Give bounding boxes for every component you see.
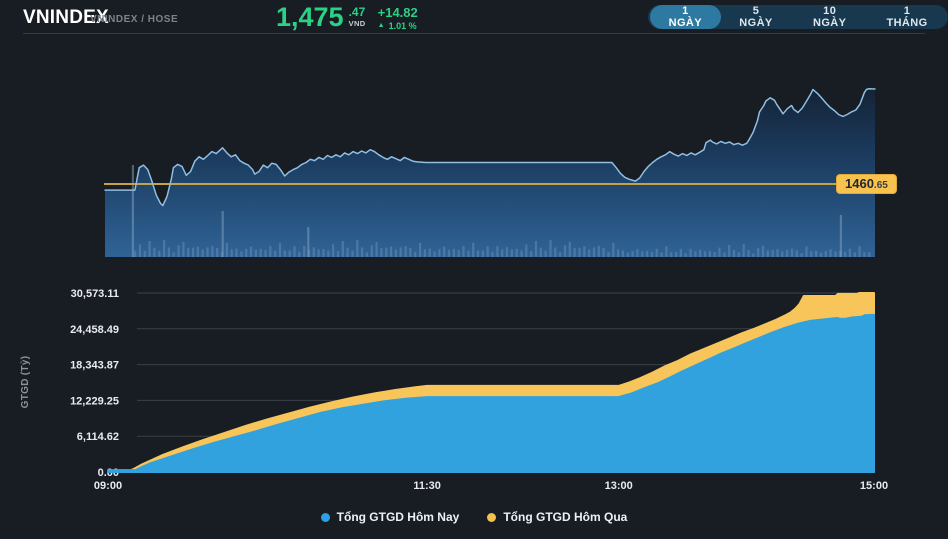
cumulative-value-area-chart[interactable]: 0.006,114.6212,229.2518,343.8724,458.493… (0, 270, 948, 500)
legend-item-tong-gtgd-hom-nay[interactable]: Tổng GTGD Hôm Nay (320, 510, 460, 524)
x-axis-tick-11-30: 11:30 (413, 480, 441, 492)
reference-price-badge: 1460.65 (836, 174, 897, 194)
y-axis-title: GTGD (Tỷ) (20, 355, 31, 409)
chart-legend: Tổng GTGD Hôm Nay Tổng GTGD Hôm Qua (0, 510, 948, 524)
reference-price-integer: 1460 (845, 176, 874, 191)
x-axis-tick-13-00: 13:00 (604, 480, 633, 492)
x-axis-tick-15-00: 15:00 (859, 480, 889, 492)
svg-text:12,229.25: 12,229.25 (70, 395, 119, 407)
legend-label: Tổng GTGD Hôm Qua (503, 510, 628, 524)
svg-text:24,458.49: 24,458.49 (70, 324, 119, 336)
x-axis-labels: 09:00 11:30 13:00 15:00 (0, 480, 948, 494)
vnindex-chart-panel: VNINDEX VNINDEX / HOSE 1,475 .47 VND +14… (0, 0, 948, 539)
legend-dot-icon (320, 512, 330, 522)
svg-text:18,343.87: 18,343.87 (70, 360, 119, 372)
legend-label: Tổng GTGD Hôm Nay (336, 510, 460, 524)
reference-price-decimal: .65 (873, 180, 888, 191)
svg-text:6,114.62: 6,114.62 (77, 431, 119, 443)
svg-text:30,573.11: 30,573.11 (71, 288, 119, 300)
legend-item-tong-gtgd-hom-qua[interactable]: Tổng GTGD Hôm Qua (487, 510, 627, 524)
price-line-chart[interactable] (0, 0, 948, 270)
legend-dot-icon (487, 512, 497, 522)
x-axis-tick-09-00: 09:00 (93, 480, 123, 492)
